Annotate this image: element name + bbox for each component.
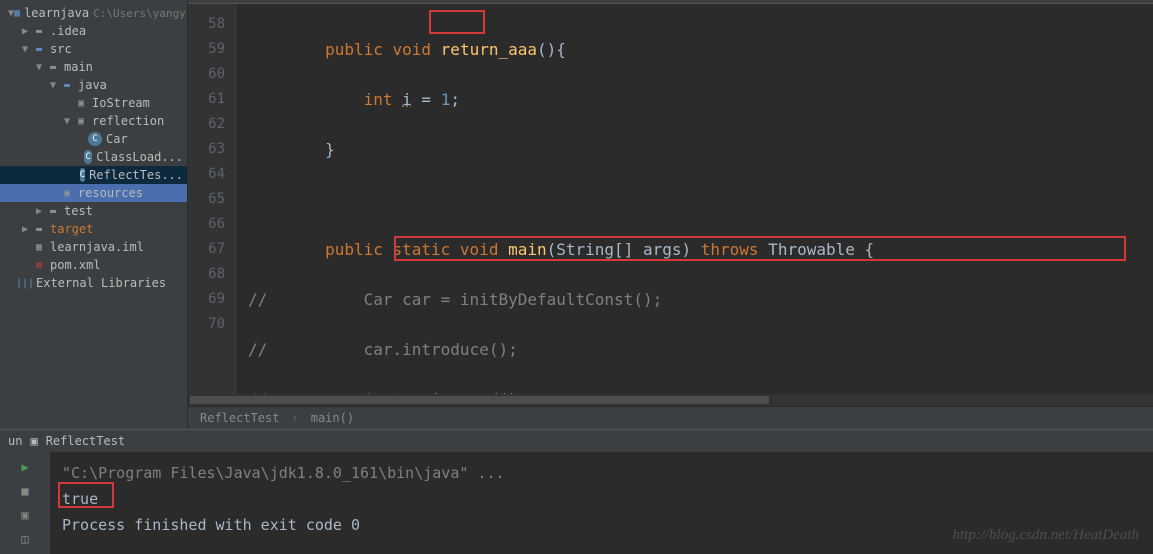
tree-item-pom[interactable]: m pom.xml [0,256,187,274]
tree-item-test[interactable]: ▶▬ test [0,202,187,220]
tree-label: reflection [92,114,164,128]
src-icon: ▬ [32,42,46,56]
tree-label: External Libraries [36,276,166,290]
line-number[interactable]: 58 [196,12,225,37]
console-line: Process finished with exit code 0 [62,512,1141,538]
line-number[interactable]: 63 [196,137,225,162]
tree-label: src [50,42,72,56]
project-tool-window[interactable]: ▼ ▦ learnjava C:\Users\yangyi... ▶▬.idea… [0,0,188,429]
tree-label: .idea [50,24,86,38]
code-editor[interactable]: 58 59 60 61 62 63 64 65 66 67 68 69 70 p… [188,4,1153,394]
expand-arrow[interactable]: ▼ [22,44,32,55]
tree-label: ClassLoad... [96,150,183,164]
editor-area: 58 59 60 61 62 63 64 65 66 67 68 69 70 p… [188,0,1153,429]
code-content[interactable]: public void return_aaa(){ int i = 1; } p… [236,4,1153,394]
layout-button[interactable]: ▣ [16,506,34,524]
rerun-button[interactable]: ▶ [16,458,34,476]
project-tree[interactable]: ▼ ▦ learnjava C:\Users\yangyi... ▶▬.idea… [0,0,187,296]
tree-item-idea[interactable]: ▶▬ .idea [0,22,187,40]
expand-arrow[interactable]: ▼ [50,80,60,91]
expand-arrow[interactable]: ▼ [36,62,46,73]
stop-button[interactable]: ■ [16,482,34,500]
tree-label: main [64,60,93,74]
console-line: "C:\Program Files\Java\jdk1.8.0_161\bin\… [62,460,1141,486]
tree-label: learnjava.iml [50,240,144,254]
console-output[interactable]: "C:\Program Files\Java\jdk1.8.0_161\bin\… [50,452,1153,554]
class-icon: C [80,168,85,182]
highlight-box-println [394,236,1126,261]
line-gutter[interactable]: 58 59 60 61 62 63 64 65 66 67 68 69 70 [188,4,236,394]
crumb-separator-icon: › [291,411,298,425]
class-icon: C [88,132,102,146]
tree-label: Car [106,132,128,146]
tree-item-resources[interactable]: ▣ resources [0,184,187,202]
tree-item-java[interactable]: ▼▬ java [0,76,187,94]
expand-arrow[interactable]: ▶ [36,206,46,217]
line-number[interactable]: 59 [196,37,225,62]
tree-item-iml[interactable]: ▦ learnjava.iml [0,238,187,256]
line-number[interactable]: 65 [196,187,225,212]
class-icon: C [84,150,92,164]
tree-label: target [50,222,93,236]
package-icon: ▣ [74,114,88,128]
console-tool-window: ▶ ■ ▣ ◫ "C:\Program Files\Java\jdk1.8.0_… [0,452,1153,554]
src-icon: ▬ [60,78,74,92]
tree-item-car[interactable]: C Car [0,130,187,148]
tree-label: resources [78,186,143,200]
run-tool-header[interactable]: un ▣ ReflectTest [0,429,1153,452]
line-number[interactable]: 69 [196,287,225,312]
tree-item-target[interactable]: ▶▬ target [0,220,187,238]
expand-arrow[interactable]: ▶ [22,26,32,37]
tree-path: C:\Users\yangyi... [93,7,188,20]
file-icon: ▦ [32,240,46,254]
tree-external-libs[interactable]: ||| External Libraries [0,274,187,292]
tree-label: learnjava [24,6,89,20]
line-number[interactable]: 66 [196,212,225,237]
module-icon: ▦ [14,6,20,20]
line-number[interactable]: 60 [196,62,225,87]
settings-button[interactable]: ◫ [16,530,34,548]
run-tab-name[interactable]: ReflectTest [46,434,125,448]
crumb-class[interactable]: ReflectTest [200,411,279,425]
folder-icon: ▬ [46,60,60,74]
run-tab-icon: ▣ [30,434,37,448]
tree-item-classload[interactable]: C ClassLoad... [0,148,187,166]
tree-item-main[interactable]: ▼▬ main [0,58,187,76]
tree-label: pom.xml [50,258,101,272]
highlight-box-true [58,482,114,508]
highlight-box-void [429,10,485,34]
crumb-method[interactable]: main() [311,411,354,425]
folder-icon: ▬ [46,204,60,218]
run-tool-label: un [8,434,22,448]
editor-breadcrumb[interactable]: ReflectTest › main() [188,406,1153,429]
package-icon: ▣ [74,96,88,110]
console-toolbar[interactable]: ▶ ■ ▣ ◫ [0,452,50,554]
tree-item-src[interactable]: ▼▬ src [0,40,187,58]
tree-label: IoStream [92,96,150,110]
tree-label: test [64,204,93,218]
maven-icon: m [32,258,46,272]
line-number[interactable]: 62 [196,112,225,137]
tree-item-reflecttest[interactable]: C ReflectTes... [0,166,187,184]
resources-icon: ▣ [60,186,74,200]
tree-label: ReflectTes... [89,168,183,182]
folder-icon: ▬ [32,222,46,236]
libraries-icon: ||| [18,276,32,290]
line-number[interactable]: 67 [196,237,225,262]
expand-arrow[interactable]: ▼ [64,116,74,127]
tree-item-reflection[interactable]: ▼▣ reflection [0,112,187,130]
tree-label: java [78,78,107,92]
tree-root[interactable]: ▼ ▦ learnjava C:\Users\yangyi... [0,4,187,22]
line-number[interactable]: 61 [196,87,225,112]
console-line: true [62,486,1141,512]
line-number[interactable]: 70 [196,312,225,337]
editor-h-scrollbar[interactable] [188,394,1153,406]
expand-arrow[interactable]: ▶ [22,224,32,235]
line-number[interactable]: 64 [196,162,225,187]
folder-icon: ▬ [32,24,46,38]
line-number[interactable]: 68 [196,262,225,287]
tree-item-iostream[interactable]: ▣ IoStream [0,94,187,112]
